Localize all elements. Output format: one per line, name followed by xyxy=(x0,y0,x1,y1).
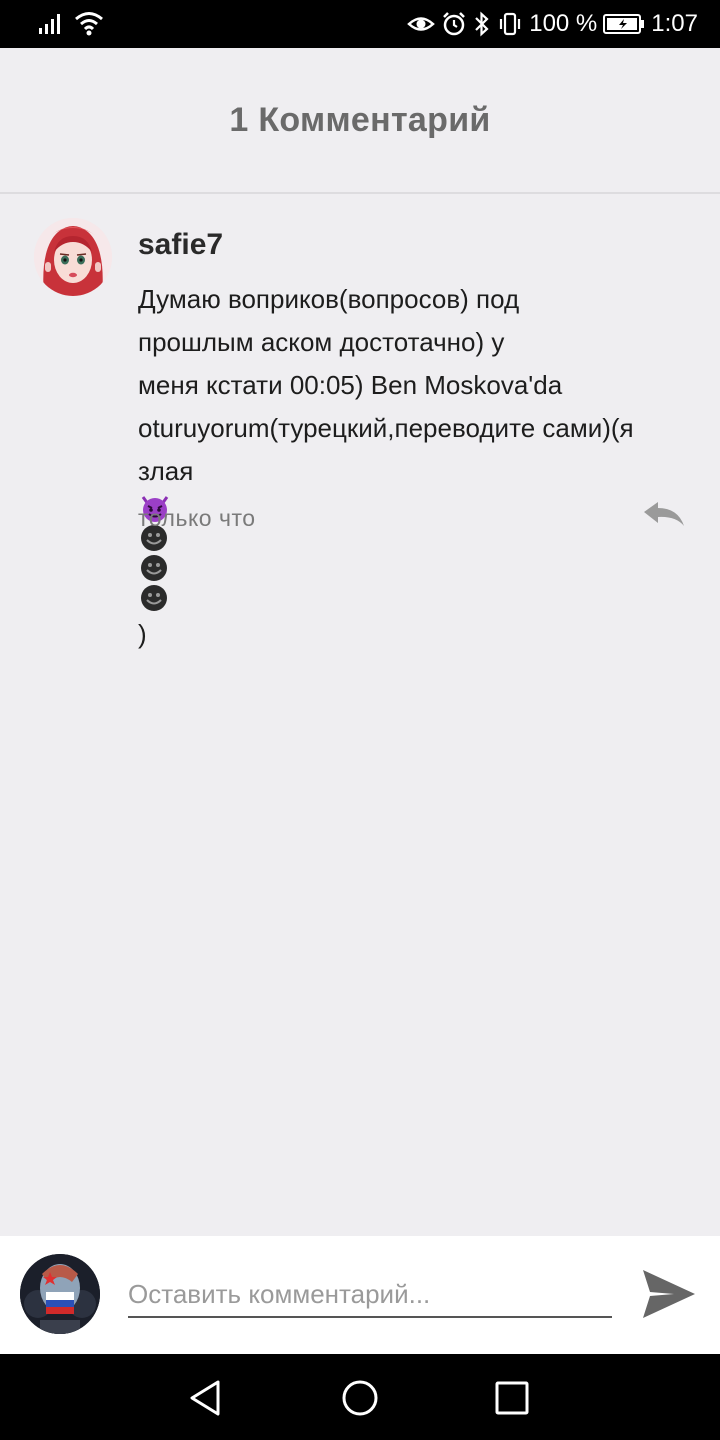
send-button[interactable] xyxy=(640,1266,698,1322)
back-button[interactable] xyxy=(186,1378,226,1418)
navigation-bar xyxy=(0,1354,720,1440)
reply-button[interactable] xyxy=(640,498,688,534)
page-title: 1 Комментарий xyxy=(229,100,491,139)
avatar-image xyxy=(20,1254,100,1334)
avatar-image xyxy=(34,218,112,296)
send-icon xyxy=(643,1270,695,1318)
reply-icon xyxy=(644,502,684,526)
vibrate-icon xyxy=(500,12,521,36)
signal-icon xyxy=(39,14,60,34)
comment-text-line: oturuyorum(турецкий,переводите сами)(я xyxy=(138,413,634,443)
status-time: 1:07 xyxy=(651,10,698,37)
comment-time: только что xyxy=(138,505,256,531)
eye-icon xyxy=(407,17,436,31)
smiley-emoji-icon xyxy=(141,585,167,611)
battery-percent: 100 % xyxy=(529,10,598,37)
comment-text-line-last: злая) xyxy=(138,450,698,656)
commenter-avatar[interactable] xyxy=(34,218,112,296)
header: 1 Комментарий xyxy=(0,48,720,194)
recents-button[interactable] xyxy=(492,1378,532,1418)
home-button[interactable] xyxy=(340,1378,380,1418)
comment-username[interactable]: safie7 xyxy=(138,228,223,262)
status-bar: 100 % 1:07 xyxy=(0,0,720,48)
smiley-emoji-icon xyxy=(141,555,167,581)
comment-text-line: меня кстати 00:05) Ben Moskova'da xyxy=(138,370,563,400)
comment-composer xyxy=(0,1236,720,1354)
comment-item: safie7 Думаю воприков(вопросов) под прош… xyxy=(0,194,720,649)
back-triangle-icon xyxy=(190,1380,220,1416)
home-circle-icon xyxy=(342,1380,378,1416)
user-avatar[interactable] xyxy=(20,1254,100,1334)
comment-text: Думаю воприков(вопросов) под прошлым аск… xyxy=(138,278,698,656)
comment-text-end: ) xyxy=(138,619,147,649)
bluetooth-icon xyxy=(475,11,489,37)
wifi-icon xyxy=(75,12,103,36)
comment-input[interactable] xyxy=(128,1272,612,1318)
battery-icon xyxy=(603,14,645,34)
comment-text-line: Думаю воприков(вопросов) под xyxy=(138,284,520,314)
status-left xyxy=(38,10,104,36)
status-right: 100 % 1:07 xyxy=(407,0,698,48)
comment-text-line: злая xyxy=(138,456,194,486)
comment-text-line: прошлым аском достотачно) у xyxy=(138,327,505,357)
alarm-icon xyxy=(443,12,466,36)
recents-square-icon xyxy=(495,1381,529,1415)
